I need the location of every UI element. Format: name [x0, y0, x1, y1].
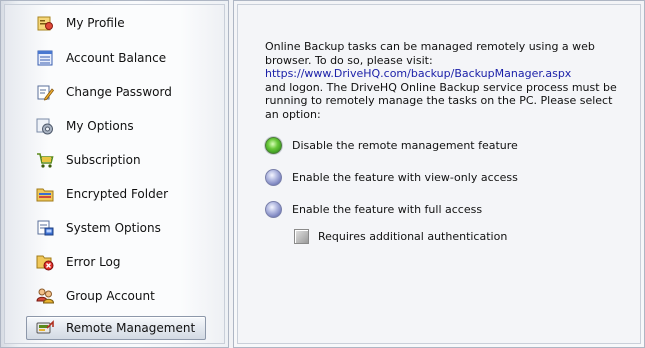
sidebar-item-label: Subscription	[66, 153, 141, 167]
option-label: Disable the remote management feature	[292, 138, 518, 152]
description-instructions: and logon. The DriveHQ Online Backup ser…	[265, 80, 617, 121]
error-log-icon	[36, 255, 54, 271]
option-full-access[interactable]: Enable the feature with full access	[265, 199, 482, 219]
profile-icon	[37, 16, 53, 31]
sidebar-item-label: System Options	[66, 221, 161, 235]
sidebar-item-encrypted-folder[interactable]: Encrypted Folder	[27, 182, 207, 206]
pencil-icon	[37, 85, 54, 101]
sidebar-item-account-balance[interactable]: Account Balance	[27, 46, 207, 70]
sidebar-item-subscription[interactable]: Subscription	[27, 148, 207, 172]
sidebar-item-label: Group Account	[66, 289, 155, 303]
gear-icon	[36, 118, 53, 135]
sidebar: My Profile Account Balance Change Passwo…	[0, 0, 229, 348]
auth-checkbox-row[interactable]: Requires additional authentication	[294, 227, 507, 245]
remote-management-panel: Online Backup tasks can be managed remot…	[233, 0, 645, 348]
backup-manager-link[interactable]: https://www.DriveHQ.com/backup/BackupMan…	[265, 67, 620, 81]
radio-selected[interactable]	[265, 136, 282, 154]
option-label: Enable the feature with full access	[292, 202, 483, 216]
sidebar-item-my-profile[interactable]: My Profile	[27, 11, 207, 35]
sidebar-item-remote-management[interactable]: Remote Management	[26, 316, 206, 340]
radio-unselected[interactable]	[265, 200, 282, 218]
radio-unselected[interactable]	[265, 168, 282, 186]
auth-checkbox-label: Requires additional authentication	[318, 229, 508, 243]
ledger-icon	[37, 50, 53, 66]
option-disable-remote[interactable]: Disable the remote management feature	[265, 135, 518, 155]
sidebar-item-error-log[interactable]: Error Log	[27, 250, 207, 274]
group-icon	[36, 288, 54, 304]
cart-icon	[37, 153, 54, 168]
system-icon	[37, 220, 54, 236]
auth-checkbox[interactable]	[294, 228, 309, 244]
sidebar-item-label: Account Balance	[66, 51, 167, 65]
sidebar-item-system-options[interactable]: System Options	[27, 216, 207, 240]
option-view-only[interactable]: Enable the feature with view-only access	[265, 167, 518, 187]
description: Online Backup tasks can be managed remot…	[265, 40, 620, 121]
option-label: Enable the feature with view-only access	[292, 170, 518, 184]
folder-lock-icon	[36, 188, 54, 202]
sidebar-item-group-account[interactable]: Group Account	[27, 284, 207, 308]
sidebar-item-label: My Options	[66, 119, 134, 133]
sidebar-item-label: Error Log	[66, 255, 121, 269]
description-intro: Online Backup tasks can be managed remot…	[265, 40, 595, 67]
sidebar-item-change-password[interactable]: Change Password	[27, 80, 207, 104]
sidebar-item-label: Change Password	[66, 85, 172, 99]
sidebar-item-my-options[interactable]: My Options	[27, 114, 207, 138]
sidebar-item-label: Remote Management	[66, 321, 196, 335]
remote-icon	[36, 320, 54, 334]
sidebar-item-label: Encrypted Folder	[66, 187, 169, 201]
sidebar-item-label: My Profile	[66, 16, 125, 30]
